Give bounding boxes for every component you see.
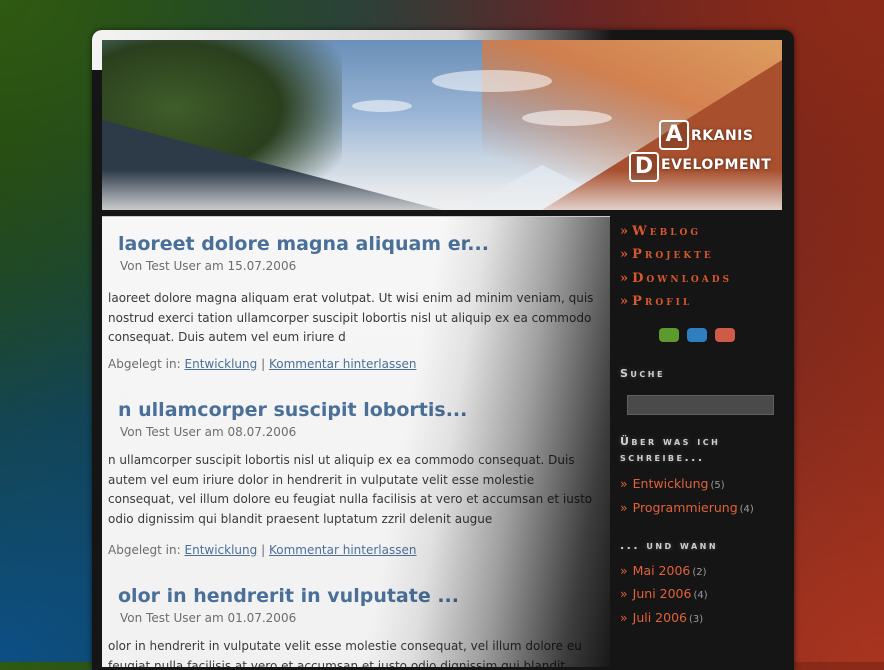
topic-count: (5) xyxy=(710,480,725,491)
sidebar: » Weblog » Projekte » Downloads » Profil Suc… xyxy=(616,216,786,666)
post-filed: Abgelegt in: Entwicklung | Kommentar hin… xyxy=(108,543,417,557)
logo-text-arkanis: RKANIS xyxy=(691,128,754,144)
style-green-button[interactable] xyxy=(659,328,679,342)
arrow-icon: » xyxy=(620,294,629,309)
nav-downloads[interactable]: » Downloads xyxy=(620,271,732,286)
site-logo[interactable]: A D RKANIS EVELOPMENT xyxy=(627,120,782,186)
search-input[interactable] xyxy=(627,395,774,415)
comment-link[interactable]: Kommentar hinterlassen xyxy=(269,543,417,557)
logo-letter-d: D xyxy=(629,152,659,182)
nav-label: Weblog xyxy=(632,224,702,239)
post-body: n ullamcorper suscipit lobortis nisl ut … xyxy=(108,453,593,526)
post-title[interactable]: laoreet dolore magna aliquam er... xyxy=(118,233,489,255)
style-blue-button[interactable] xyxy=(687,328,707,342)
archive-count: (4) xyxy=(693,590,708,601)
style-red-button[interactable] xyxy=(715,328,735,342)
arrow-icon: » xyxy=(620,500,628,515)
post-title[interactable]: olor in hendrerit in vulputate ... xyxy=(118,585,459,607)
archive-label: Juni 2006 xyxy=(632,586,692,601)
arrow-icon: » xyxy=(620,563,628,578)
topic-label: Programmierung xyxy=(632,500,738,515)
cloud xyxy=(352,100,412,112)
arrow-icon: » xyxy=(620,247,629,262)
topic-link-entwicklung[interactable]: » Entwicklung (5) xyxy=(620,476,725,491)
filed-label: Abgelegt in: xyxy=(108,357,181,371)
arrow-icon: » xyxy=(620,586,628,601)
post-filed: Abgelegt in: Entwicklung | Kommentar hin… xyxy=(108,357,417,371)
header-banner: A D RKANIS EVELOPMENT xyxy=(102,40,782,210)
nav-label: Downloads xyxy=(632,271,733,286)
arrow-icon: » xyxy=(620,224,629,239)
category-link[interactable]: Entwicklung xyxy=(185,543,258,557)
post-body: olor in hendrerit in vulputate velit ess… xyxy=(108,639,582,667)
topics-heading: Über was ich schreibe... xyxy=(620,435,721,464)
nav-label: Profil xyxy=(632,294,693,309)
archive-link-mai-2006[interactable]: » Mai 2006 (2) xyxy=(620,563,707,578)
post-title[interactable]: n ullamcorper suscipit lobortis... xyxy=(118,399,467,421)
post-meta: Von Test User am 01.07.2006 xyxy=(120,611,297,625)
post-meta: Von Test User am 08.07.2006 xyxy=(120,425,297,439)
archive-count: (2) xyxy=(692,567,707,578)
comment-link[interactable]: Kommentar hinterlassen xyxy=(269,357,417,371)
separator: | xyxy=(261,357,266,371)
logo-letter-a: A xyxy=(659,120,689,150)
separator: | xyxy=(261,543,266,557)
filed-label: Abgelegt in: xyxy=(108,543,181,557)
nav-label: Projekte xyxy=(632,247,714,262)
main-content: laoreet dolore magna aliquam er... Von T… xyxy=(102,216,610,667)
topic-label: Entwicklung xyxy=(632,476,709,491)
arrow-icon: » xyxy=(620,476,628,491)
arrow-icon: » xyxy=(620,610,628,625)
nav-weblog[interactable]: » Weblog xyxy=(620,224,701,239)
archive-link-juli-2006[interactable]: » Juli 2006 (3) xyxy=(620,610,703,625)
archive-label: Mai 2006 xyxy=(632,563,691,578)
logo-text-development: EVELOPMENT xyxy=(661,157,772,173)
archive-count: (3) xyxy=(689,614,704,625)
archive-link-juni-2006[interactable]: » Juni 2006 (4) xyxy=(620,586,708,601)
post-body: laoreet dolore magna aliquam erat volutp… xyxy=(108,291,594,344)
topic-link-programmierung[interactable]: » Programmierung (4) xyxy=(620,500,754,515)
nav-profil[interactable]: » Profil xyxy=(620,294,692,309)
topic-count: (4) xyxy=(739,504,754,515)
category-link[interactable]: Entwicklung xyxy=(185,357,258,371)
cloud xyxy=(432,70,552,92)
search-heading: Suche xyxy=(620,367,665,380)
post-meta: Von Test User am 15.07.2006 xyxy=(120,259,297,273)
nav-projekte[interactable]: » Projekte xyxy=(620,247,714,262)
archive-label: Juli 2006 xyxy=(632,610,687,625)
arrow-icon: » xyxy=(620,271,629,286)
archive-heading: ... und wann xyxy=(620,539,719,552)
